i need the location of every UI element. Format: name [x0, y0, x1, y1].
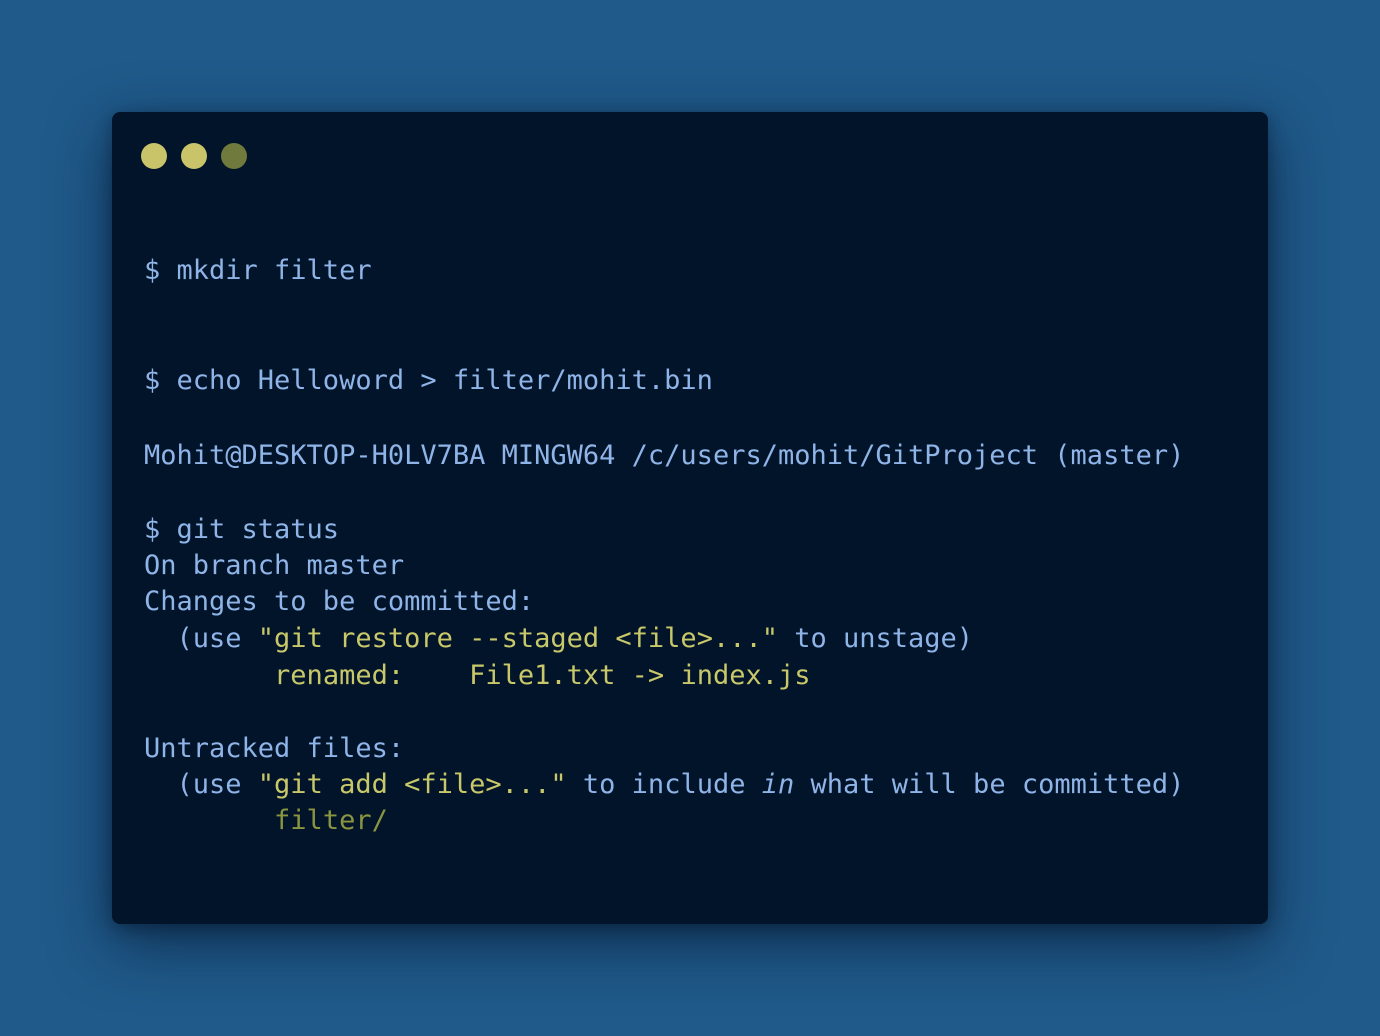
restore-hint-command: "git restore --staged <file>..." — [257, 623, 778, 654]
restore-hint-close: to unstage) — [777, 623, 974, 654]
minimize-dot[interactable] — [181, 143, 207, 169]
renamed-gap — [404, 660, 469, 691]
renamed-line: renamed: File1.txt -> index.js — [144, 658, 811, 694]
command-mkdir: $ mkdir filter — [144, 255, 372, 286]
terminal-window: $ mkdir filter $ echo Helloword > filter… — [112, 112, 1268, 924]
command-echo: $ echo Helloword > filter/mohit.bin — [144, 365, 713, 396]
add-hint-line: (use "git add <file>..." to include in w… — [144, 767, 1185, 803]
maximize-dot[interactable] — [221, 143, 247, 169]
shell-prompt: Mohit@DESKTOP-H0LV7BA MINGW64 /c/users/m… — [144, 440, 1185, 471]
add-hint-close: what will be committed) — [794, 769, 1185, 800]
add-hint-open: (use — [144, 769, 258, 800]
close-dot[interactable] — [141, 143, 167, 169]
add-hint-command: "git add <file>..." — [257, 769, 567, 800]
untracked-file-line: filter/ — [144, 803, 388, 839]
untracked-header: Untracked files: — [144, 733, 405, 764]
renamed-label: renamed: — [274, 660, 405, 691]
renamed-value: File1.txt -> index.js — [469, 660, 811, 691]
window-controls — [141, 143, 247, 169]
untracked-file-name: filter/ — [274, 805, 388, 836]
add-hint-mid: to include — [566, 769, 762, 800]
restore-hint-open: (use — [144, 623, 258, 654]
renamed-indent — [144, 660, 274, 691]
restore-hint-line: (use "git restore --staged <file>..." to… — [144, 621, 974, 657]
command-git-status: $ git status — [144, 514, 340, 545]
changes-header: Changes to be committed: — [144, 586, 535, 617]
untracked-indent — [144, 805, 274, 836]
add-hint-keyword: in — [761, 769, 795, 800]
status-branch-line: On branch master — [144, 550, 405, 581]
